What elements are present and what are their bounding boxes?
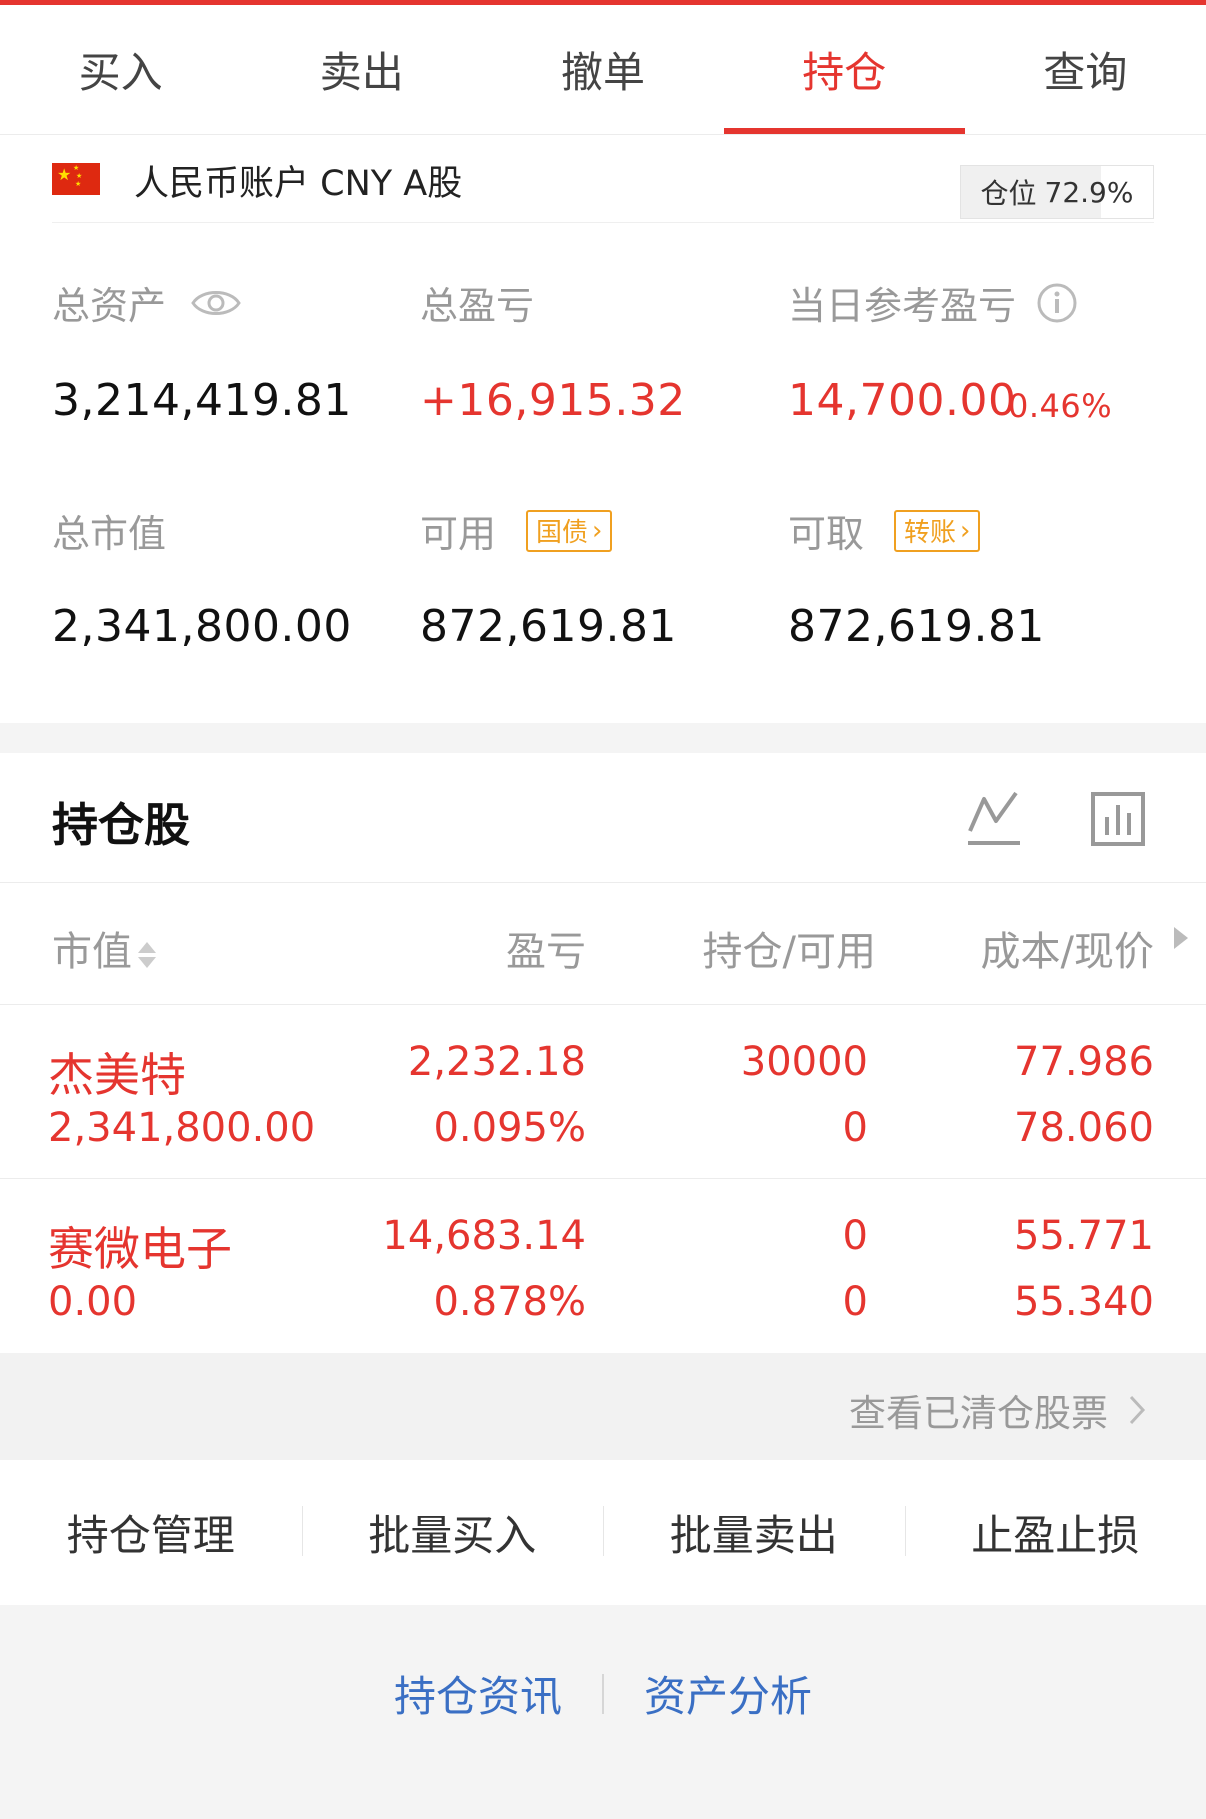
column-cost-price: 成本/现价: [980, 929, 1154, 975]
column-market-value-label: 市值: [52, 929, 132, 975]
stock-available: 0: [842, 1279, 868, 1325]
holdings-title: 持仓股: [52, 798, 190, 852]
market-value-label: 总市值: [52, 512, 167, 556]
stock-price: 55.340: [1014, 1279, 1154, 1325]
account-header: ★ ★ ★ ★ 人民币账户 CNY A股 仓位 72.9%: [52, 135, 1154, 223]
position-ratio-label: 仓位: [980, 177, 1037, 210]
chevron-right-icon: ›: [592, 515, 603, 546]
holdings-header: 持仓股: [0, 753, 1206, 883]
column-position: 持仓/可用: [702, 929, 876, 975]
china-flag-icon: ★ ★ ★ ★: [52, 163, 100, 195]
asset-analysis-link[interactable]: 资产分析: [644, 1663, 812, 1724]
info-icon[interactable]: [1036, 282, 1078, 324]
total-pnl-label: 总盈亏: [420, 284, 535, 328]
link-divider: [602, 1673, 604, 1714]
sort-icon: [138, 942, 156, 968]
stock-pnl-percent: 0.095%: [433, 1105, 586, 1151]
available-label: 可用: [420, 512, 497, 556]
daily-pnl-value: 14,700.00: [788, 375, 1017, 426]
account-label: 人民币账户 CNY A股: [134, 164, 463, 204]
stock-available: 0: [842, 1105, 868, 1151]
withdrawable-value: 872,619.81: [788, 601, 1045, 652]
stock-pnl: 14,683.14: [382, 1213, 586, 1259]
total-assets-value: 3,214,419.81: [52, 375, 352, 426]
position-ratio-badge: 仓位 72.9%: [960, 165, 1154, 219]
holdings-column-header: 市值 盈亏 持仓/可用 成本/现价: [0, 883, 1206, 1005]
bottom-links-area: 持仓资讯 资产分析: [0, 1605, 1206, 1819]
stock-price: 78.060: [1014, 1105, 1154, 1151]
treasury-bond-label: 国债: [536, 518, 589, 548]
withdrawable-label-wrap: 可取 转账 ›: [788, 503, 981, 558]
chevron-right-icon: ›: [960, 515, 971, 546]
stock-cost: 55.771: [1014, 1213, 1154, 1259]
tab-positions[interactable]: 持仓: [723, 5, 966, 134]
tab-cancel[interactable]: 撤单: [482, 5, 723, 134]
batch-sell-button[interactable]: 批量卖出: [603, 1502, 905, 1563]
available-label-wrap: 可用 国债 ›: [420, 503, 613, 558]
stock-position: 0: [842, 1213, 868, 1259]
bottom-links: 持仓资讯 资产分析: [0, 1663, 1206, 1724]
chevron-right-icon: [1129, 1395, 1146, 1425]
position-ratio-value: 72.9%: [1044, 175, 1134, 209]
daily-pnl-label-wrap: 当日参考盈亏: [788, 275, 1078, 330]
bar-chart-icon[interactable]: [1090, 791, 1146, 847]
tab-query[interactable]: 查询: [965, 5, 1206, 134]
available-value: 872,619.81: [420, 601, 677, 652]
eye-icon[interactable]: [190, 283, 242, 323]
cleared-stocks-link[interactable]: 查看已清仓股票: [849, 1383, 1146, 1437]
position-management-button[interactable]: 持仓管理: [0, 1502, 302, 1563]
daily-pnl-label: 当日参考盈亏: [788, 284, 1017, 328]
transfer-label: 转账: [904, 518, 957, 548]
batch-buy-button[interactable]: 批量买入: [301, 1502, 604, 1563]
tab-buy[interactable]: 买入: [0, 5, 241, 134]
total-pnl-value: +16,915.32: [420, 375, 686, 426]
stock-pnl-percent: 0.878%: [433, 1279, 586, 1325]
column-market-value[interactable]: 市值: [52, 919, 158, 977]
transfer-button[interactable]: 转账 ›: [894, 509, 981, 552]
stock-market-value: 2,341,800.00: [48, 1105, 316, 1151]
total-assets-label-wrap: 总资产: [52, 275, 242, 330]
total-assets-label: 总资产: [52, 284, 167, 328]
stock-market-value: 0.00: [48, 1279, 138, 1325]
stock-name: 杰美特: [48, 1048, 186, 1102]
line-chart-icon[interactable]: [966, 789, 1022, 847]
stock-pnl: 2,232.18: [407, 1039, 586, 1085]
holding-news-link[interactable]: 持仓资讯: [394, 1663, 562, 1724]
cleared-stocks-label: 查看已清仓股票: [849, 1392, 1108, 1435]
holding-row[interactable]: 杰美特 2,341,800.00 2,232.18 0.095% 30000 0…: [0, 1005, 1206, 1179]
holdings-actions: 持仓管理 批量买入 批量卖出 止盈止损: [0, 1460, 1206, 1605]
withdrawable-label: 可取: [788, 512, 865, 556]
stop-profit-loss-button[interactable]: 止盈止损: [904, 1502, 1206, 1563]
stock-cost: 77.986: [1014, 1039, 1154, 1085]
treasury-bond-button[interactable]: 国债 ›: [526, 509, 613, 552]
trade-tabs: 买入 卖出 撤单 持仓 查询: [0, 5, 1206, 135]
column-pnl: 盈亏: [506, 929, 586, 975]
cleared-stocks-bar: 查看已清仓股票: [0, 1353, 1206, 1460]
holdings-panel: 持仓股 市值 盈亏 持仓/可用 成本/现价 杰美特 2,341,800.00 2…: [0, 753, 1206, 1353]
tab-sell[interactable]: 卖出: [241, 5, 482, 134]
account-summary: ★ ★ ★ ★ 人民币账户 CNY A股 仓位 72.9% 总资产 总盈亏 当日参考盈…: [0, 135, 1206, 723]
scroll-right-icon[interactable]: [1174, 927, 1188, 949]
stock-name: 赛微电子: [48, 1222, 232, 1276]
stock-position: 30000: [740, 1039, 868, 1085]
market-value-value: 2,341,800.00: [52, 601, 352, 652]
holding-row[interactable]: 赛微电子 0.00 14,683.14 0.878% 0 0 55.771 55…: [0, 1179, 1206, 1353]
daily-pnl-percent: 0.46%: [1008, 387, 1113, 425]
